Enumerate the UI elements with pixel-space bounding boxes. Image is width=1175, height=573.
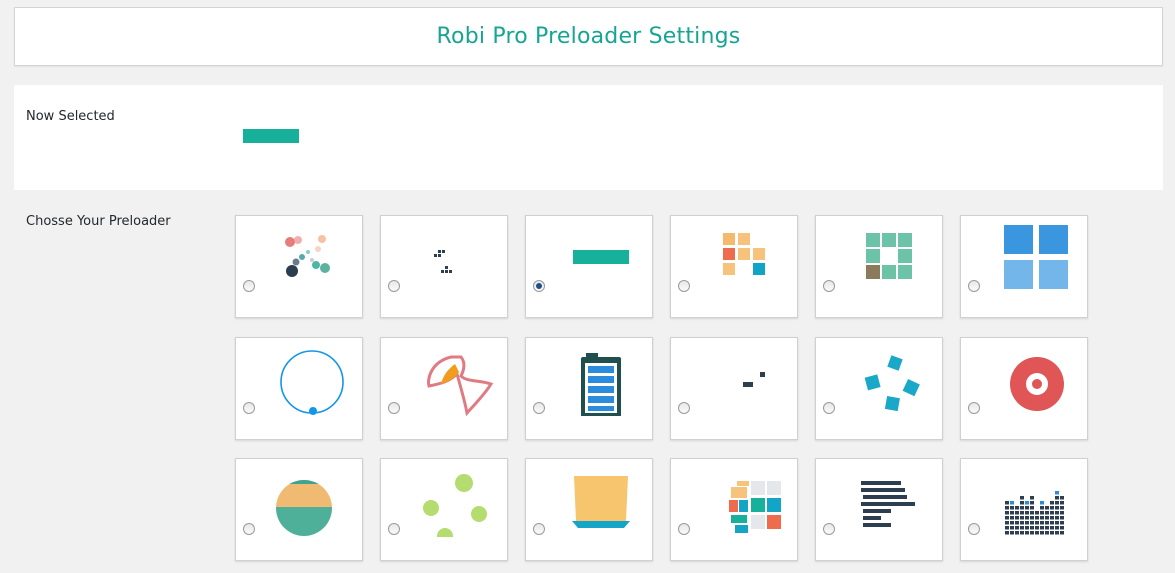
now-selected-preview: [243, 129, 299, 143]
split-circle-icon: [276, 465, 360, 537]
rotating-squares-icon: [856, 344, 940, 416]
preloader-option[interactable]: [960, 215, 1088, 318]
preloader-option[interactable]: [670, 336, 798, 440]
preloader-option[interactable]: [525, 215, 653, 318]
choose-preloader-label: Chosse Your Preloader: [26, 214, 171, 229]
preloader-option[interactable]: [235, 336, 363, 440]
text-lines-icon: [856, 465, 940, 537]
preloader-radio[interactable]: [968, 280, 980, 292]
preloader-radio[interactable]: [678, 523, 690, 535]
circle-orbit-icon: [276, 344, 360, 416]
preloader-option[interactable]: [380, 458, 508, 561]
now-selected-panel: Now Selected: [14, 85, 1163, 190]
green-balls-icon: [421, 465, 505, 537]
preloader-radio[interactable]: [243, 280, 255, 292]
preloader-radio[interactable]: [823, 401, 835, 414]
green-grid-icon: [856, 222, 940, 294]
preloader-option[interactable]: [670, 458, 798, 561]
preloader-radio[interactable]: [678, 401, 690, 414]
preloader-option[interactable]: [960, 336, 1088, 440]
page-title: Robi Pro Preloader Settings: [436, 24, 741, 49]
preloader-option[interactable]: [670, 215, 798, 318]
battery-icon: [566, 344, 650, 416]
preloader-option[interactable]: [235, 458, 363, 561]
tile-grid-icon: [711, 222, 795, 294]
preloader-radio[interactable]: [243, 401, 255, 414]
ribbon-bow-icon: [421, 344, 505, 416]
equalizer-icon: [1001, 465, 1085, 537]
preloader-radio[interactable]: [243, 523, 255, 535]
blue-squares-icon: [1001, 222, 1085, 294]
preloader-option[interactable]: [525, 458, 653, 561]
preloader-option[interactable]: [380, 336, 508, 440]
preloader-option[interactable]: [235, 215, 363, 318]
preloader-radio[interactable]: [533, 523, 545, 535]
pixel-steps-icon: [421, 222, 505, 294]
preloader-radio[interactable]: [533, 401, 545, 414]
preloader-option[interactable]: [380, 215, 508, 318]
preloader-option[interactable]: [815, 336, 943, 440]
preloader-option[interactable]: [815, 458, 943, 561]
scatter-dots-icon: [276, 222, 360, 294]
yellow-bucket-icon: [566, 465, 650, 537]
preloader-radio[interactable]: [823, 523, 835, 535]
settings-header: Robi Pro Preloader Settings: [14, 7, 1163, 66]
preloader-option[interactable]: [525, 336, 653, 440]
preloader-radio[interactable]: [968, 523, 980, 535]
preloader-radio[interactable]: [388, 523, 400, 535]
preloader-option[interactable]: [815, 215, 943, 318]
preloader-option[interactable]: [960, 458, 1088, 561]
now-selected-label: Now Selected: [26, 109, 115, 124]
teal-bar-icon: [566, 222, 650, 294]
color-blocks-icon: [711, 465, 795, 537]
moving-dots-icon: [711, 344, 795, 416]
preloader-radio[interactable]: [388, 280, 400, 292]
preloader-radio[interactable]: [968, 401, 980, 414]
preloader-radio[interactable]: [388, 401, 400, 414]
preloader-radio[interactable]: [678, 280, 690, 292]
target-icon: [1001, 344, 1085, 416]
preloader-radio[interactable]: [533, 280, 545, 292]
preloader-radio[interactable]: [823, 280, 835, 292]
